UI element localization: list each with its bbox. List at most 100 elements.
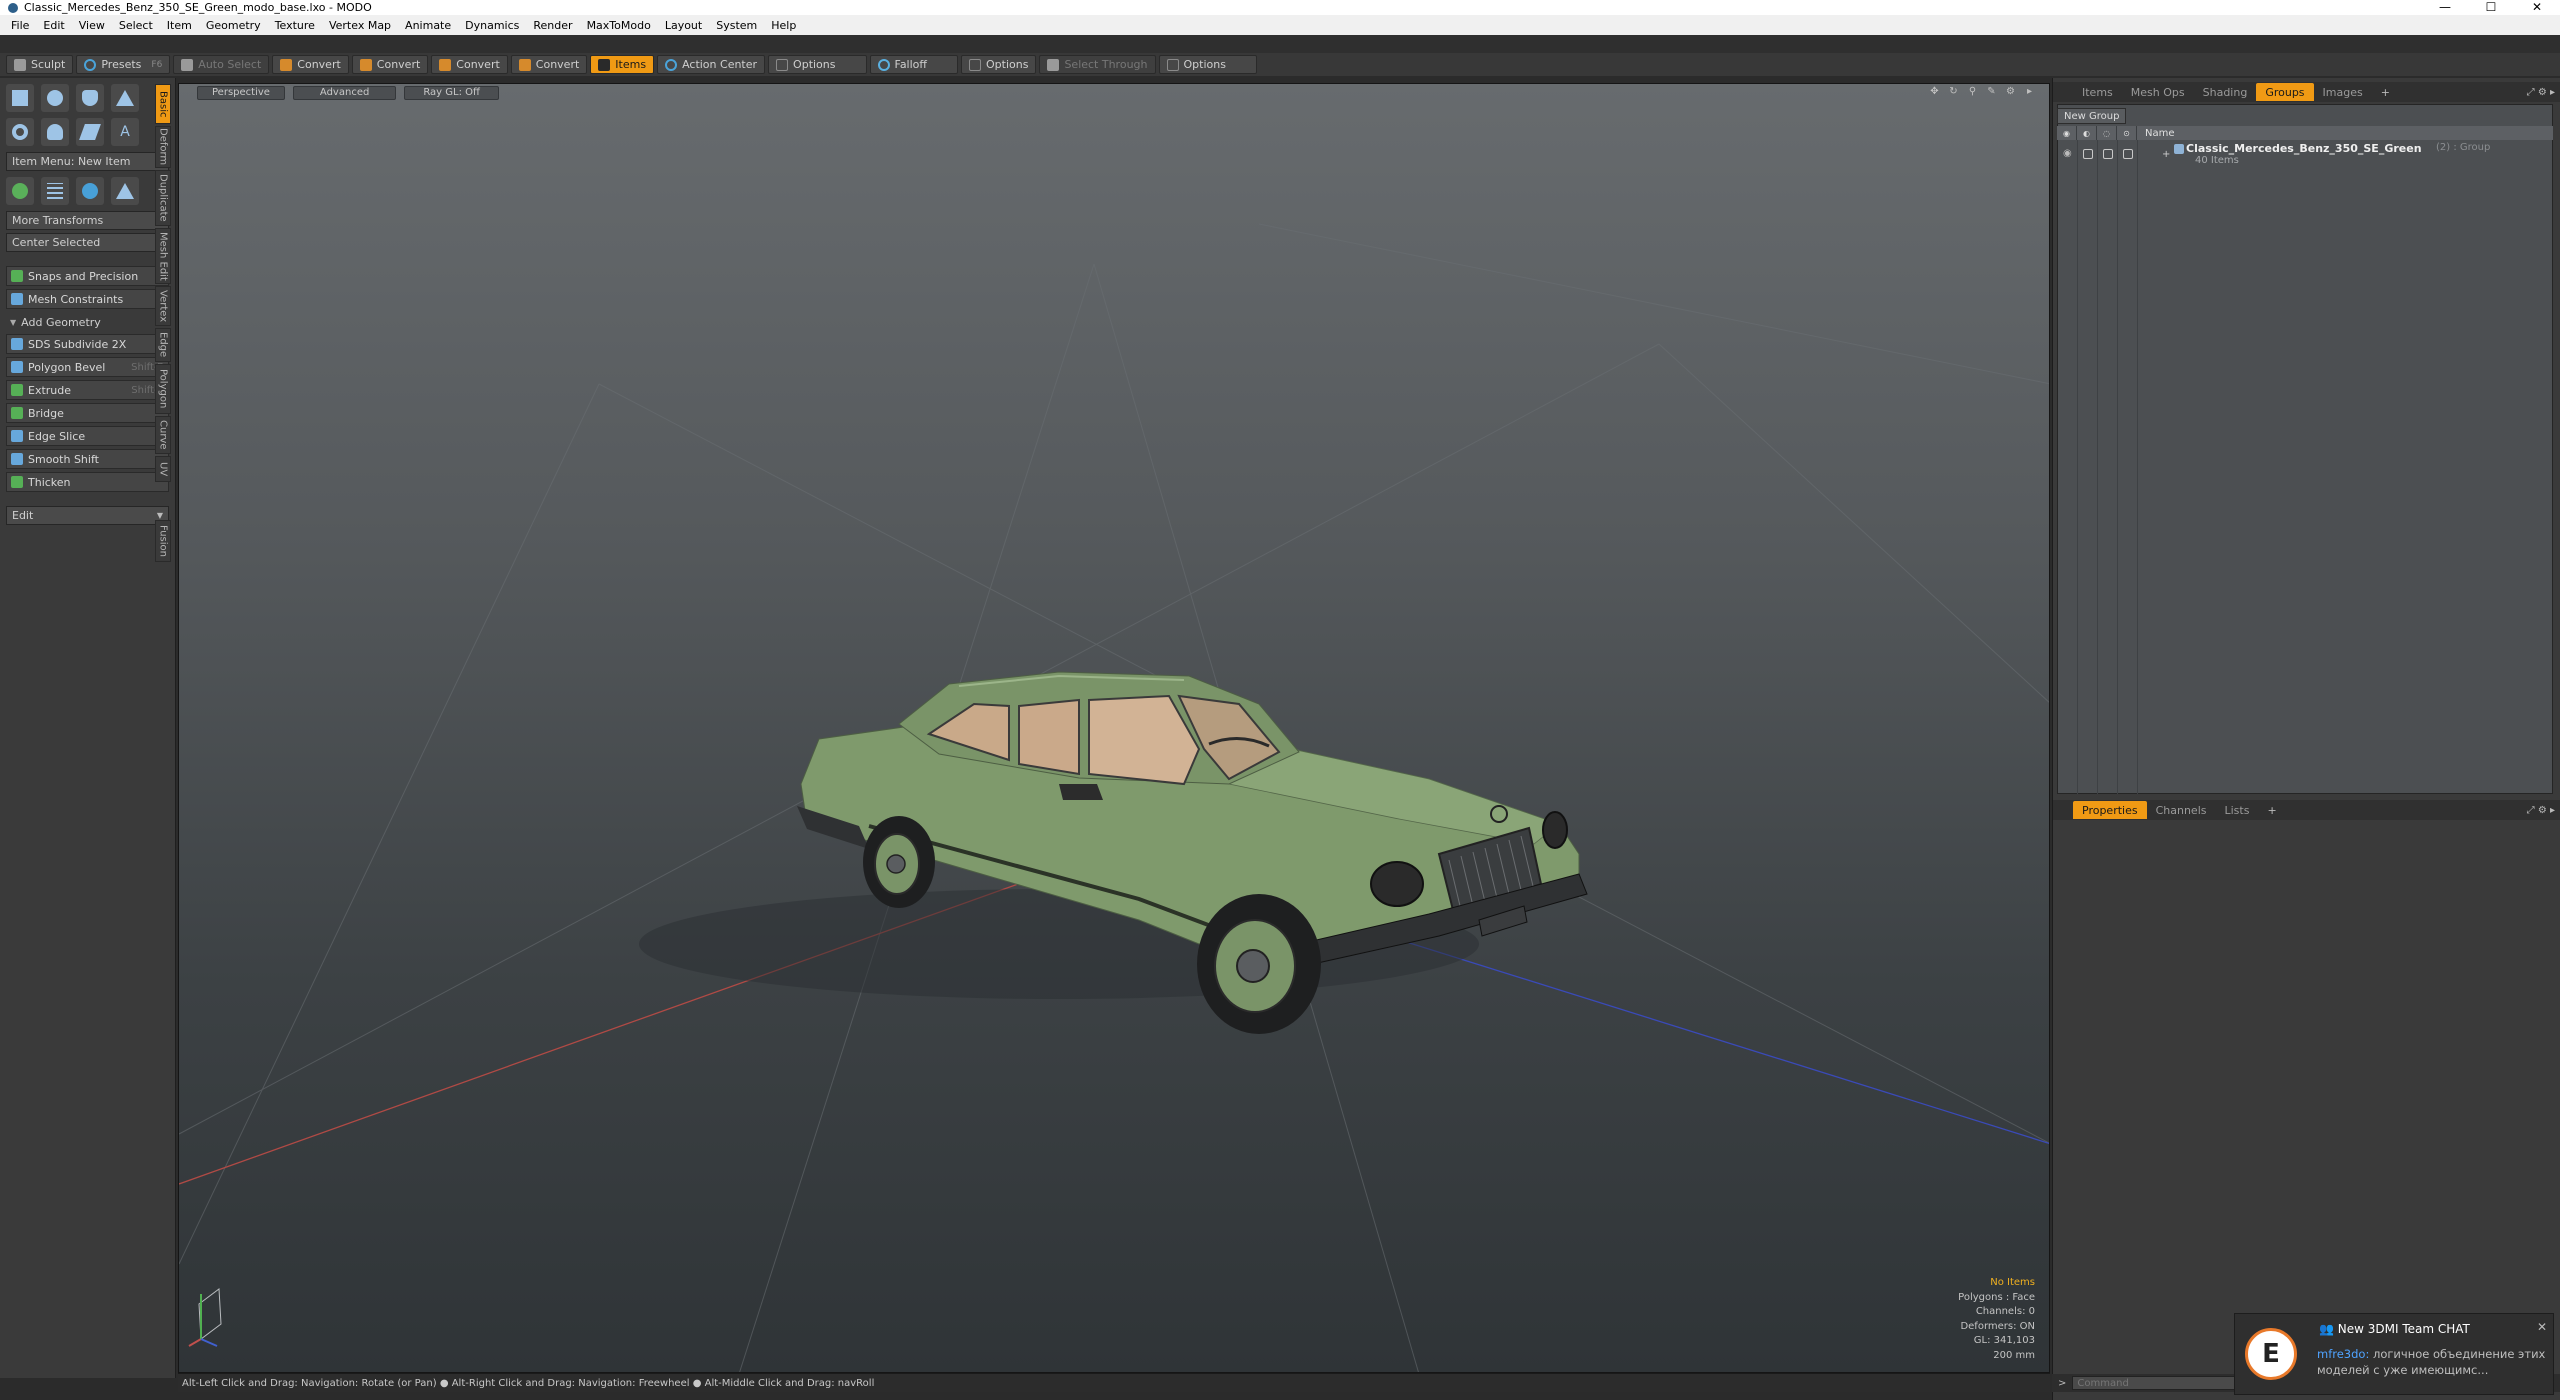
sculpt-button[interactable]: Sculpt — [6, 55, 74, 74]
thicken-button[interactable]: Thicken — [6, 472, 169, 492]
menu-vertex-map[interactable]: Vertex Map — [322, 19, 398, 32]
select-toggle[interactable] — [2123, 149, 2133, 159]
tab-mesh-ops[interactable]: Mesh Ops — [2122, 83, 2194, 101]
menu-animate[interactable]: Animate — [398, 19, 458, 32]
auto-select-button[interactable]: Auto Select — [173, 55, 270, 74]
sds-subdivide-button[interactable]: SDS Subdivide 2X — [6, 334, 169, 354]
move-view-icon[interactable]: ✥ — [1929, 86, 1940, 97]
capsule-tool[interactable] — [41, 118, 69, 146]
cone-tool[interactable] — [111, 84, 139, 112]
menu-geometry[interactable]: Geometry — [199, 19, 268, 32]
add-geometry-section[interactable]: ▼ Add Geometry — [6, 313, 169, 331]
mesh-constraints-button[interactable]: Mesh Constraints — [6, 289, 169, 309]
tab-polygon[interactable]: Polygon — [155, 364, 171, 414]
locator-tool[interactable] — [6, 177, 34, 205]
extrude-button[interactable]: Extrude Shift-X — [6, 380, 169, 400]
menu-item[interactable]: Item — [160, 19, 199, 32]
tab-curve[interactable]: Curve — [155, 416, 171, 454]
smooth-shift-button[interactable]: Smooth Shift — [6, 449, 169, 469]
perspective-dropdown[interactable]: Perspective — [197, 85, 285, 100]
close-window-button[interactable]: ✕ — [2514, 0, 2560, 15]
tab-groups[interactable]: Groups — [2256, 83, 2314, 101]
menu-view[interactable]: View — [72, 19, 112, 32]
sphere-tool[interactable] — [41, 84, 69, 112]
expand-icon[interactable]: + — [2162, 149, 2170, 160]
tab-images[interactable]: Images — [2314, 83, 2372, 101]
command-input[interactable] — [2072, 1376, 2253, 1390]
edit-dropdown[interactable]: Edit ▼ — [6, 506, 169, 525]
tab-deform[interactable]: Deform — [155, 126, 171, 168]
cube-tool[interactable] — [6, 84, 34, 112]
tab-uv[interactable]: UV — [155, 456, 171, 482]
falloff-button[interactable]: Falloff — [869, 55, 958, 74]
plane-tool[interactable] — [76, 118, 104, 146]
menu-maxtomodo[interactable]: MaxToModo — [580, 19, 658, 32]
convert-polygons-button[interactable]: Convert — [431, 55, 508, 74]
action-center-button[interactable]: Action Center — [657, 55, 766, 74]
close-notification-icon[interactable]: ✕ — [2537, 1320, 2547, 1334]
globe-tool[interactable] — [76, 177, 104, 205]
tab-channels[interactable]: Channels — [2147, 801, 2216, 819]
bridge-button[interactable]: Bridge — [6, 403, 169, 423]
convert-edges-button[interactable]: Convert — [351, 55, 429, 74]
lower-panel-options-icon[interactable]: ⤢ ⚙ ▸ — [2527, 805, 2555, 816]
tab-edge[interactable]: Edge — [155, 328, 171, 362]
car-model[interactable] — [639, 671, 1588, 1034]
zoom-view-icon[interactable]: ⚲ — [1967, 86, 1978, 97]
items-mode-button[interactable]: Items — [590, 55, 655, 74]
tab-shading[interactable]: Shading — [2194, 83, 2257, 101]
add-lower-tab-button[interactable]: + — [2258, 801, 2285, 819]
tab-lists[interactable]: Lists — [2216, 801, 2259, 819]
text-tool[interactable]: A — [111, 118, 139, 146]
more-transforms-dropdown[interactable]: More Transforms▼ — [6, 211, 169, 230]
select-through-button[interactable]: Select Through — [1039, 55, 1156, 74]
new-group-button[interactable]: New Group — [2057, 108, 2127, 124]
polygon-bevel-button[interactable]: Polygon Bevel Shift-B — [6, 357, 169, 377]
torus-tool[interactable] — [6, 118, 34, 146]
tab-vertex[interactable]: Vertex — [155, 286, 171, 326]
select-column-icon[interactable]: ⊙ — [2117, 126, 2137, 140]
tab-mesh-edit[interactable]: Mesh Edit — [155, 228, 171, 284]
menu-layout[interactable]: Layout — [658, 19, 709, 32]
cylinder-tool[interactable] — [76, 84, 104, 112]
minimize-button[interactable]: — — [2422, 0, 2468, 15]
panel-options-icon[interactable]: ⤢ ⚙ ▸ — [2527, 87, 2555, 98]
group-row[interactable]: ◉ + Classic_Mercedes_Benz_350_SE_Green (… — [2057, 142, 2553, 168]
tab-duplicate[interactable]: Duplicate — [155, 170, 171, 226]
action-center-options-button[interactable]: Options — [768, 55, 867, 74]
3d-viewport[interactable]: Perspective Advanced Ray GL: Off ✥ ↻ ⚲ ✎… — [178, 83, 2050, 1373]
item-menu-dropdown[interactable]: Item Menu: New Item▼ — [6, 152, 169, 171]
add-tab-button[interactable]: + — [2372, 83, 2399, 101]
viewport-settings-icon[interactable]: ⚙ — [2005, 86, 2016, 97]
render-column-icon[interactable]: ◌ — [2097, 126, 2117, 140]
center-selected-dropdown[interactable]: Center Selected▼ — [6, 233, 169, 252]
edge-slice-button[interactable]: Edge Slice — [6, 426, 169, 446]
snaps-precision-button[interactable]: Snaps and Precision — [6, 266, 169, 286]
grid-tool[interactable] — [41, 177, 69, 205]
render-toggle[interactable] — [2103, 149, 2113, 159]
convert-vertices-button[interactable]: Convert — [272, 55, 349, 74]
viewport-expand-icon[interactable]: ▸ — [2024, 86, 2035, 97]
menu-edit[interactable]: Edit — [36, 19, 71, 32]
visibility-column-icon[interactable]: ◉ — [2057, 126, 2077, 140]
menu-system[interactable]: System — [709, 19, 764, 32]
chat-notification[interactable]: E 👥 New 3DMI Team CHAT mfre3do: логичное… — [2234, 1313, 2554, 1395]
tab-items[interactable]: Items — [2073, 83, 2122, 101]
tab-fusion[interactable]: Fusion — [155, 520, 171, 562]
maximize-button[interactable]: ☐ — [2468, 0, 2514, 15]
eye-icon[interactable]: ◉ — [2063, 148, 2072, 159]
menu-render[interactable]: Render — [526, 19, 579, 32]
raygl-toggle[interactable]: Ray GL: Off — [404, 85, 499, 100]
brush-view-icon[interactable]: ✎ — [1986, 86, 1997, 97]
lock-column-icon[interactable]: ◐ — [2077, 126, 2097, 140]
pyramid-tool[interactable] — [111, 177, 139, 205]
menu-help[interactable]: Help — [764, 19, 803, 32]
lock-toggle[interactable] — [2083, 149, 2093, 159]
select-through-options-button[interactable]: Options — [1158, 55, 1257, 74]
presets-button[interactable]: Presets F6 — [76, 55, 171, 74]
convert-materials-button[interactable]: Convert — [510, 55, 588, 74]
tab-basic[interactable]: Basic — [155, 84, 171, 124]
menu-texture[interactable]: Texture — [268, 19, 322, 32]
tab-properties[interactable]: Properties — [2073, 801, 2147, 819]
falloff-options-button[interactable]: Options — [960, 55, 1037, 74]
